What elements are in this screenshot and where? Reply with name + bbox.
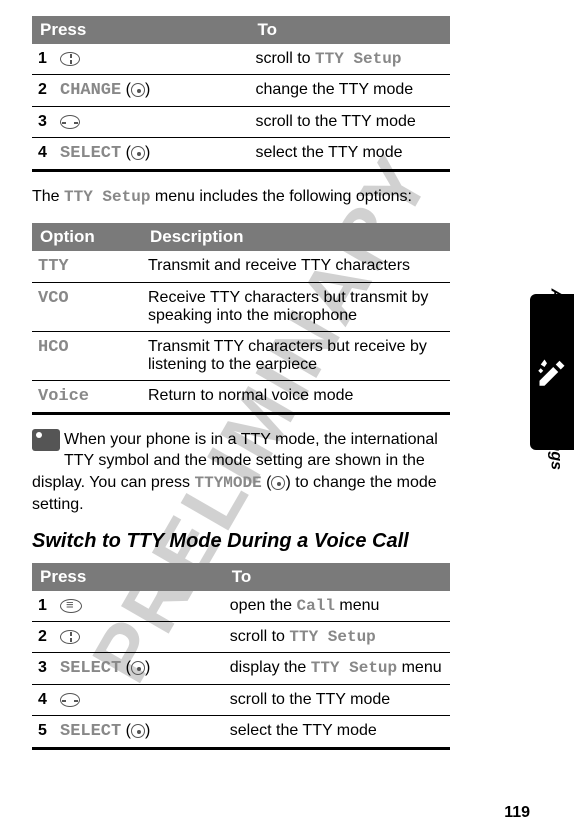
to-cell: display the TTY Setup menu	[224, 652, 450, 684]
press-cell: CHANGE ()	[54, 75, 249, 107]
table-row: VoiceReturn to normal voice mode	[32, 380, 450, 413]
press-cell: SELECT ()	[54, 715, 224, 748]
softkey-label: SELECT	[60, 144, 121, 163]
step-number: 1	[32, 44, 54, 75]
option-description-table: Option Description TTYTransmit and recei…	[32, 223, 450, 415]
col-header-press: Press	[32, 16, 249, 44]
col-header-description: Description	[142, 223, 450, 251]
table-row: 5SELECT ()select the TTY mode	[32, 715, 450, 748]
to-cell: open the Call menu	[224, 591, 450, 622]
softkey-icon	[131, 146, 145, 160]
to-cell: scroll to the TTY mode	[224, 684, 450, 715]
option-name: TTY	[32, 251, 142, 283]
press-cell: SELECT ()	[54, 138, 249, 171]
table-row: 1 scroll to TTY Setup	[32, 44, 450, 75]
softkey-icon	[131, 661, 145, 675]
step-number: 3	[32, 652, 54, 684]
nav-left-right-icon	[60, 693, 80, 707]
press-cell	[54, 621, 224, 652]
table-row: 4 scroll to the TTY mode	[32, 684, 450, 715]
press-cell	[54, 684, 224, 715]
option-name: VCO	[32, 282, 142, 331]
option-description: Transmit and receive TTY characters	[142, 251, 450, 283]
table-row: 4SELECT ()select the TTY mode	[32, 138, 450, 171]
col-header-press-2: Press	[32, 563, 224, 591]
side-tab	[530, 294, 574, 450]
ttymode-ref: TTYMODE	[194, 474, 261, 492]
press-cell: SELECT ()	[54, 652, 224, 684]
to-cell: select the TTY mode	[249, 138, 450, 171]
softkey-icon	[131, 83, 145, 97]
softkey-icon	[271, 476, 285, 490]
table-row: 3SELECT ()display the TTY Setup menu	[32, 652, 450, 684]
step-number: 2	[32, 621, 54, 652]
option-description: Transmit TTY characters but receive by l…	[142, 331, 450, 380]
option-name: HCO	[32, 331, 142, 380]
press-to-table-2: Press To 1 open the Call menu 2 scroll to T…	[32, 563, 450, 750]
press-cell	[54, 44, 249, 75]
table-row: 2 scroll to TTY Setup	[32, 621, 450, 652]
page-content: Press To 1scroll to TTY Setup2CHANGE ()c…	[0, 0, 510, 750]
nav-up-down-icon	[60, 630, 80, 644]
step-number: 2	[32, 75, 54, 107]
mono-ref: Call	[297, 597, 335, 615]
softkey-label: SELECT	[60, 722, 121, 741]
page-number: 119	[504, 804, 530, 822]
nav-up-down-icon	[60, 52, 80, 66]
table-row: 2CHANGE ()change the TTY mode	[32, 75, 450, 107]
mono-ref: TTY Setup	[289, 628, 375, 646]
softkey-label: SELECT	[60, 659, 121, 678]
col-header-to-2: To	[224, 563, 450, 591]
note-paragraph: When your phone is in a TTY mode, the in…	[32, 429, 450, 516]
softkey-label: CHANGE	[60, 81, 121, 100]
mono-ref: TTY Setup	[315, 50, 401, 68]
settings-icon	[537, 357, 567, 387]
press-cell	[54, 591, 224, 622]
step-number: 1	[32, 591, 54, 622]
table-row: TTYTransmit and receive TTY characters	[32, 251, 450, 283]
to-cell: select the TTY mode	[224, 715, 450, 748]
step-number: 4	[32, 684, 54, 715]
option-name: Voice	[32, 380, 142, 413]
step-number: 3	[32, 107, 54, 138]
to-cell: scroll to the TTY mode	[249, 107, 450, 138]
to-cell: scroll to TTY Setup	[249, 44, 450, 75]
intro-paragraph: The TTY Setup menu includes the followin…	[32, 186, 450, 209]
to-cell: scroll to TTY Setup	[224, 621, 450, 652]
option-description: Receive TTY characters but transmit by s…	[142, 282, 450, 331]
menu-key-icon	[60, 599, 82, 613]
tty-setup-ref: TTY Setup	[64, 188, 150, 206]
table-row: HCOTransmit TTY characters but receive b…	[32, 331, 450, 380]
table-row: 3 scroll to the TTY mode	[32, 107, 450, 138]
press-cell	[54, 107, 249, 138]
col-header-option: Option	[32, 223, 142, 251]
section-heading: Switch to TTY Mode During a Voice Call	[32, 530, 450, 553]
step-number: 4	[32, 138, 54, 171]
note-icon	[32, 429, 60, 451]
option-description: Return to normal voice mode	[142, 380, 450, 413]
softkey-icon	[131, 724, 145, 738]
press-to-table-1: Press To 1scroll to TTY Setup2CHANGE ()c…	[32, 16, 450, 172]
mono-ref: TTY Setup	[311, 659, 397, 677]
table-row: 1 open the Call menu	[32, 591, 450, 622]
table-row: VCOReceive TTY characters but transmit b…	[32, 282, 450, 331]
step-number: 5	[32, 715, 54, 748]
col-header-to: To	[249, 16, 450, 44]
nav-left-right-icon	[60, 115, 80, 129]
to-cell: change the TTY mode	[249, 75, 450, 107]
